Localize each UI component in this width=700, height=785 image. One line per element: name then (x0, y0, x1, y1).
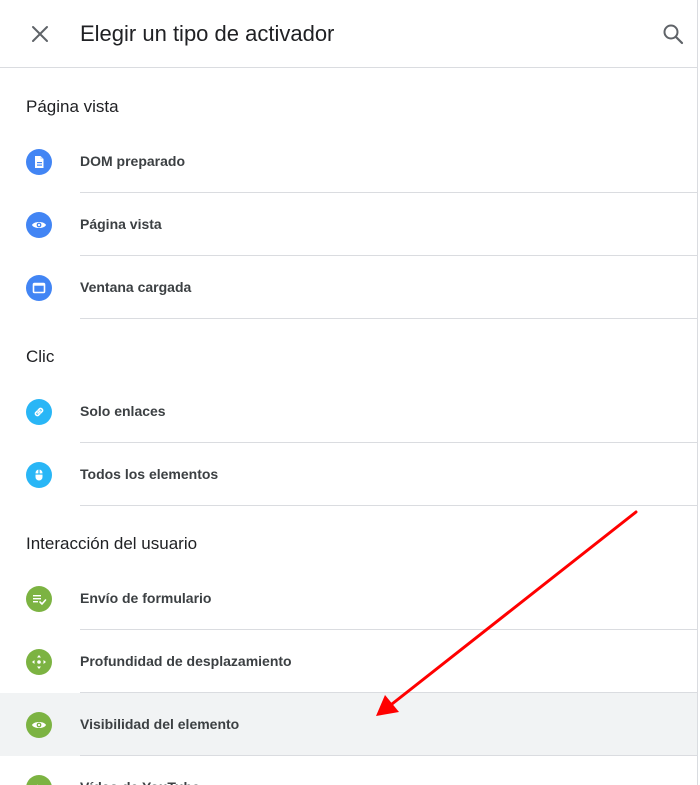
page-title: Elegir un tipo de activador (80, 21, 335, 46)
section-title: Clic (26, 347, 55, 366)
trigger-list: Página vista DOM preparado Página vista Ven… (0, 69, 697, 785)
trigger-item-pagina-vista[interactable]: Página vista (0, 193, 697, 256)
trigger-item-label: Ventana cargada (80, 279, 192, 295)
search-icon (663, 24, 684, 45)
window-icon (26, 274, 52, 301)
trigger-item-label: DOM preparado (80, 153, 186, 169)
form-check-icon (26, 585, 52, 612)
document-icon (26, 148, 52, 175)
trigger-item-label: Solo enlaces (80, 403, 166, 419)
search-button[interactable] (657, 18, 689, 50)
close-icon (32, 26, 48, 42)
panel-header: Elegir un tipo de activador (0, 0, 697, 68)
trigger-item-label: Página vista (80, 216, 162, 232)
trigger-item-video-de-youtube[interactable]: Vídeo de YouTube (0, 756, 697, 785)
mouse-icon (26, 461, 52, 488)
close-button[interactable] (24, 18, 56, 50)
trigger-item-label: Vídeo de YouTube (80, 756, 200, 785)
trigger-item-envio-de-formulario[interactable]: Envío de formulario (0, 567, 697, 630)
play-icon (26, 774, 52, 785)
trigger-item-label: Envío de formulario (80, 590, 212, 606)
eye-icon (26, 711, 52, 738)
trigger-item-label: Todos los elementos (80, 466, 219, 482)
trigger-item-visibilidad-del-elemento[interactable]: Visibilidad del elemento (0, 693, 697, 756)
trigger-type-panel: Elegir un tipo de activador Página vista… (0, 0, 698, 785)
link-icon (26, 398, 52, 425)
scroll-move-icon (26, 648, 52, 675)
divider (80, 318, 697, 319)
trigger-item-dom-preparado[interactable]: DOM preparado (0, 130, 697, 193)
trigger-item-solo-enlaces[interactable]: Solo enlaces (0, 380, 697, 443)
section-title: Página vista (26, 97, 119, 116)
trigger-item-profundidad-de-desplazamiento[interactable]: Profundidad de desplazamiento (0, 630, 697, 693)
trigger-item-ventana-cargada[interactable]: Ventana cargada (0, 256, 697, 319)
trigger-item-label: Visibilidad del elemento (80, 716, 240, 732)
eye-icon (26, 211, 52, 238)
trigger-item-todos-los-elementos[interactable]: Todos los elementos (0, 443, 697, 506)
divider (80, 505, 697, 506)
trigger-item-label: Profundidad de desplazamiento (80, 653, 292, 669)
section-title: Interacción del usuario (26, 534, 198, 553)
